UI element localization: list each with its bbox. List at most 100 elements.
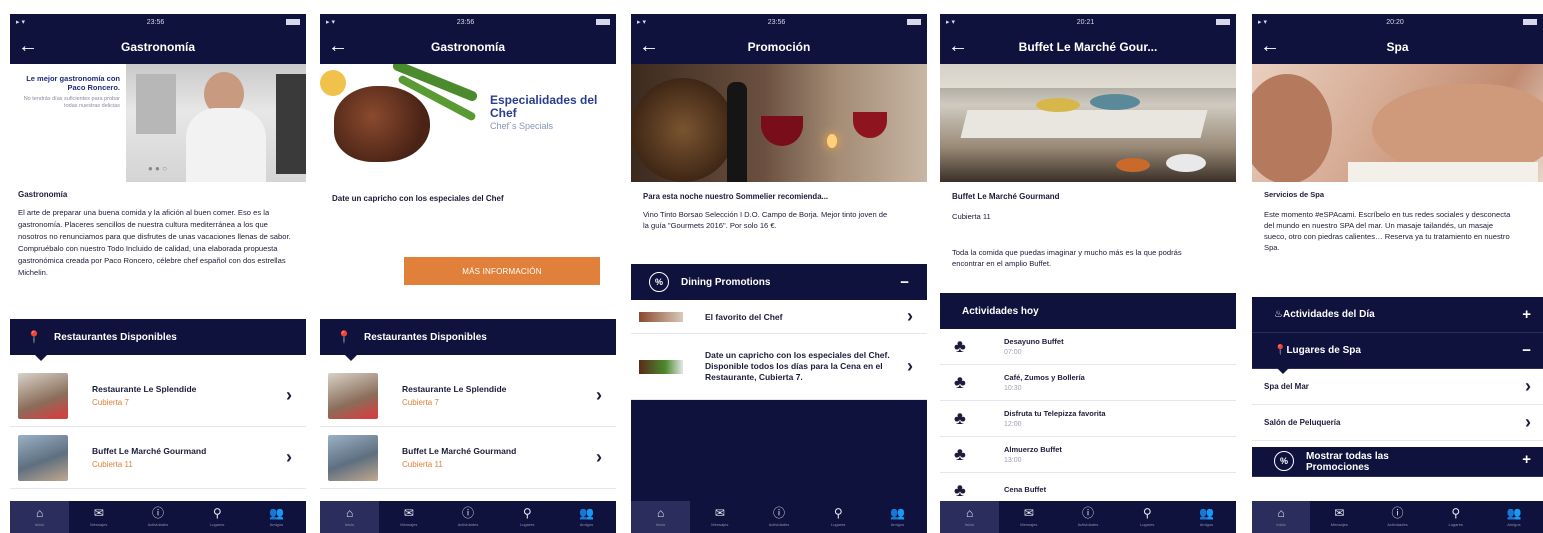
back-arrow-icon[interactable]: ←	[18, 35, 38, 57]
signal-icon: ▸ ▾	[1258, 19, 1267, 26]
activity-icon: ♣	[954, 372, 966, 392]
tab-label: Lugares	[519, 522, 535, 527]
activity-time: 10:30	[1004, 385, 1022, 392]
activity-row[interactable]: ♣ Disfruta tu Telepizza favorita 12:00	[940, 401, 1236, 437]
dining-promotions-header[interactable]: % Dining Promotions −	[631, 264, 927, 300]
item-title: Restaurante Le Splendide	[92, 384, 197, 394]
more-info-button[interactable]: MÁS INFORMACIÓN	[404, 257, 600, 285]
tab-label: Lugares	[209, 522, 225, 527]
hero-banner[interactable]: Le mejor gastronomía con Paco Roncero. N…	[10, 64, 306, 182]
hero-banner[interactable]: Especialidades del Chef Chef´s Specials	[320, 64, 616, 182]
tab-messages[interactable]: ✉ Mensajes	[379, 501, 438, 533]
mail-icon: ✉	[93, 506, 104, 520]
tab-friends[interactable]: 👥 Amigos	[1485, 501, 1543, 533]
back-arrow-icon[interactable]: ←	[1260, 35, 1280, 57]
activity-name: Café, Zumos y Bollería	[1004, 373, 1085, 382]
venue-deck: Cubierta 11	[952, 212, 991, 221]
list-item[interactable]: Date un capricho con los especiales del …	[631, 334, 927, 400]
home-icon: ⌂	[1277, 506, 1285, 520]
list-item[interactable]: Restaurante Le Splendide Cubierta 7 ›	[320, 365, 616, 427]
description-text: El arte de preparar una buena comida y l…	[18, 208, 291, 277]
tab-friends[interactable]: 👥 Amigos	[247, 501, 306, 533]
headline: Para esta noche nuestro Sommelier recomi…	[643, 192, 829, 201]
restaurants-header: 📍 Restaurantes Disponibles	[10, 319, 306, 361]
tab-places[interactable]: ⚲ Lugares	[1118, 501, 1177, 533]
tab-bar: ⌂ Inicio ✉ Mensajes ⓘ Actividades ⚲ Lugares …	[1252, 501, 1543, 533]
back-arrow-icon[interactable]: ←	[948, 35, 968, 57]
activity-name: Disfruta tu Telepizza favorita	[1004, 409, 1106, 418]
activity-row[interactable]: ♣ Almuerzo Buffet 13:00	[940, 437, 1236, 473]
expand-icon: +	[1522, 451, 1531, 468]
tab-label: Lugares	[1139, 522, 1155, 527]
tab-friends[interactable]: 👥 Amigos	[1177, 501, 1236, 533]
tab-messages[interactable]: ✉ Mensajes	[690, 501, 749, 533]
item-title: Spa del Mar	[1264, 382, 1309, 391]
activities-list: ♣ Desayuno Buffet 07:00 ♣ Café, Zumos y Bol…	[940, 329, 1236, 509]
tab-label: Inicio	[34, 522, 45, 527]
tab-home[interactable]: ⌂ Inicio	[1252, 501, 1311, 533]
section-bar-label: Mostrar todas las Promociones	[1306, 451, 1389, 473]
tab-home[interactable]: ⌂ Inicio	[10, 501, 70, 533]
activities-header: Actividades hoy	[940, 293, 1236, 329]
status-bar: ▸ ▾ 20:20	[1252, 14, 1543, 30]
home-icon: ⌂	[965, 506, 974, 520]
battery-icon	[595, 19, 610, 25]
carousel-dots[interactable]: ● ● ○	[148, 164, 167, 173]
activity-icon: ♣	[954, 336, 966, 356]
list-item[interactable]: Buffet Le Marché Gourmand Cubierta 11 ›	[320, 427, 616, 489]
tab-activities[interactable]: ⓘ Actividades	[1368, 501, 1426, 533]
tab-messages[interactable]: ✉ Mensajes	[69, 501, 128, 533]
collapse-icon: −	[900, 273, 909, 291]
list-item[interactable]: Buffet Le Marché Gourmand Cubierta 11 ›	[10, 427, 306, 489]
activity-row[interactable]: ♣ Desayuno Buffet 07:00	[940, 329, 1236, 365]
tab-friends[interactable]: 👥 Amigos	[868, 501, 927, 533]
activity-row[interactable]: ♣ Café, Zumos y Bollería 10:30	[940, 365, 1236, 401]
item-subtitle: Cubierta 11	[402, 460, 443, 469]
list-item[interactable]: Restaurante Le Splendide Cubierta 7 ›	[10, 365, 306, 427]
chevron-right-icon: ›	[596, 447, 602, 467]
tab-home[interactable]: ⌂ Inicio	[940, 501, 1000, 533]
tab-activities[interactable]: ⓘ Actividades	[128, 501, 187, 533]
tab-messages[interactable]: ✉ Mensajes	[1310, 501, 1368, 533]
battery-icon	[1522, 19, 1537, 25]
daily-activities-header[interactable]: ♨ Actividades del Día +	[1252, 297, 1543, 333]
tab-activities[interactable]: ⓘ Actividades	[749, 501, 808, 533]
status-time: 20:20	[1386, 18, 1404, 26]
section-title: Gastronomía	[18, 190, 68, 199]
tab-places[interactable]: ⚲ Lugares	[809, 501, 868, 533]
activity-time: 12:00	[1004, 421, 1022, 428]
battery-icon	[906, 19, 921, 25]
back-arrow-icon[interactable]: ←	[328, 35, 348, 57]
tab-activities[interactable]: ⓘ Actividades	[438, 501, 497, 533]
tab-label: Inicio	[655, 522, 666, 527]
activity-icon: ♣	[954, 444, 966, 464]
item-title: Buffet Le Marché Gourmand	[402, 446, 517, 456]
tab-friends[interactable]: 👥 Amigos	[557, 501, 616, 533]
list-item[interactable]: Spa del Mar ›	[1252, 369, 1543, 405]
back-arrow-icon[interactable]: ←	[639, 35, 659, 57]
chevron-right-icon: ›	[907, 356, 913, 376]
tab-home[interactable]: ⌂ Inicio	[631, 501, 691, 533]
tab-home[interactable]: ⌂ Inicio	[320, 501, 380, 533]
tab-places[interactable]: ⚲ Lugares	[498, 501, 557, 533]
info-icon: ⓘ	[152, 506, 165, 520]
spa-places-header[interactable]: 📍 Lugares de Spa −	[1252, 333, 1543, 374]
all-promotions-header[interactable]: % Mostrar todas las Promociones +	[1252, 447, 1543, 477]
tab-label: Mensajes	[400, 522, 418, 527]
tab-places[interactable]: ⚲ Lugares	[1427, 501, 1485, 533]
nav-bar: ← Promoción	[631, 30, 927, 64]
item-title: Buffet Le Marché Gourmand	[92, 446, 207, 456]
status-time: 20:21	[1076, 18, 1095, 26]
info-icon: ⓘ	[1391, 506, 1404, 520]
tab-messages[interactable]: ✉ Mensajes	[999, 501, 1058, 533]
list-item[interactable]: El favorito del Chef ›	[631, 300, 927, 334]
percent-icon: %	[1274, 451, 1294, 471]
location-icon: ⚲	[833, 506, 843, 520]
screen-spa: ▸ ▾ 20:20 ← Spa Servicios de Spa Este mom…	[1252, 14, 1543, 533]
tab-activities[interactable]: ⓘ Actividades	[1058, 501, 1117, 533]
list-item[interactable]: Salón de Peluquería ›	[1252, 405, 1543, 441]
nav-bar: ← Gastronomía	[320, 30, 616, 64]
tab-bar: ⌂ Inicio ✉ Mensajes ⓘ Actividades ⚲ Lugares …	[631, 501, 927, 533]
item-title: Salón de Peluquería	[1264, 418, 1341, 427]
tab-places[interactable]: ⚲ Lugares	[188, 501, 247, 533]
